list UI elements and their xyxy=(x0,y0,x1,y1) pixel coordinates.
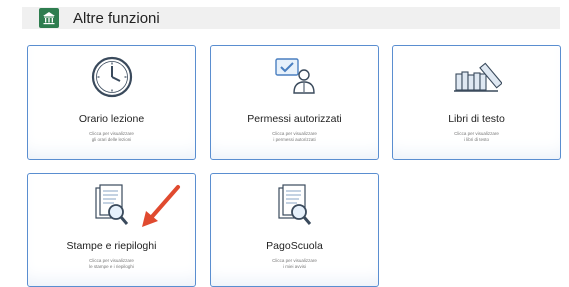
document-search-icon xyxy=(92,182,132,233)
clock-icon xyxy=(90,55,134,104)
document-search-icon xyxy=(275,182,315,233)
card-libri-di-testo[interactable]: Libri di testo Clicca per visualizzare i… xyxy=(392,45,561,160)
card-title: Libri di testo xyxy=(448,113,505,125)
card-title: PagoScuola xyxy=(266,240,323,252)
approved-user-icon xyxy=(273,56,317,101)
school-building-icon xyxy=(39,8,59,28)
card-permessi-autorizzati[interactable]: Permessi autorizzati Clicca per visualiz… xyxy=(210,45,379,160)
card-pagoscuola[interactable]: PagoScuola Clicca per visualizzare i mie… xyxy=(210,173,379,287)
card-subtitle: Clicca per visualizzare i miei avvisi xyxy=(272,258,317,269)
books-icon xyxy=(452,60,503,99)
section-title: Altre funzioni xyxy=(73,10,160,27)
card-orario-lezione[interactable]: Orario lezione Clicca per visualizzare g… xyxy=(27,45,196,160)
card-title: Orario lezione xyxy=(78,113,145,125)
card-subtitle: Clicca per visualizzare le stampe e i ri… xyxy=(89,258,134,269)
card-title: Stampe e riepiloghi xyxy=(66,240,157,252)
card-title: Permessi autorizzati xyxy=(247,113,342,125)
annotation-arrow-icon xyxy=(138,183,184,236)
card-subtitle: Clicca per visualizzare i permessi autor… xyxy=(272,131,317,142)
card-subtitle: Clicca per visualizzare gli orari delle … xyxy=(89,131,134,142)
card-subtitle: Clicca per visualizzare i libri di testo xyxy=(454,131,499,142)
